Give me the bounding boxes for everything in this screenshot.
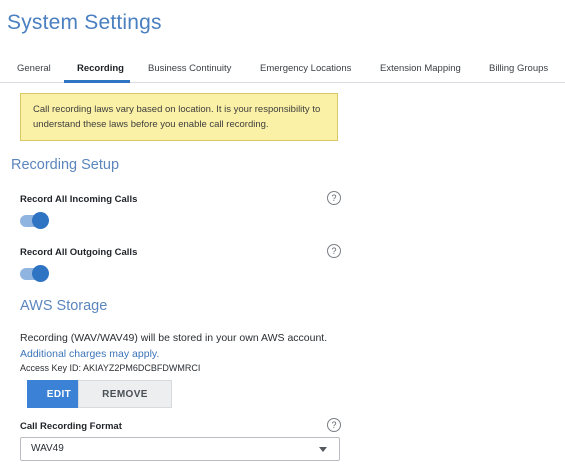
additional-charges-link[interactable]: Additional charges may apply.: [20, 348, 159, 360]
tab-recording[interactable]: Recording: [77, 63, 124, 74]
tab-bar: General Recording Business Continuity Em…: [0, 54, 565, 83]
tab-business-continuity[interactable]: Business Continuity: [148, 63, 231, 74]
question-circle-icon[interactable]: ?: [327, 244, 341, 258]
warning-text: Call recording laws vary based on locati…: [33, 104, 321, 130]
recording-format-value: WAV49: [31, 443, 64, 454]
content-panel: [0, 83, 565, 474]
toggle-knob: [32, 212, 49, 229]
record-incoming-label: Record All Incoming Calls: [20, 194, 138, 205]
tab-general[interactable]: General: [17, 63, 51, 74]
legal-warning-banner: Call recording laws vary based on locati…: [20, 93, 338, 141]
question-circle-icon[interactable]: ?: [327, 418, 341, 432]
tab-emergency-locations[interactable]: Emergency Locations: [260, 63, 351, 74]
access-key-id: Access Key ID: AKIAYZ2PM6DCBFDWMRCI: [20, 363, 201, 373]
recording-format-label: Call Recording Format: [20, 421, 122, 432]
recording-format-select[interactable]: WAV49: [20, 437, 340, 461]
question-circle-icon[interactable]: ?: [327, 191, 341, 205]
record-incoming-toggle[interactable]: [20, 212, 49, 229]
aws-description: Recording (WAV/WAV49) will be stored in …: [20, 332, 328, 344]
tab-extension-mapping[interactable]: Extension Mapping: [380, 63, 461, 74]
recording-setup-title: Recording Setup: [11, 157, 120, 173]
record-outgoing-label: Record All Outgoing Calls: [20, 247, 138, 258]
aws-storage-title: AWS Storage: [20, 298, 108, 314]
toggle-knob: [32, 265, 49, 282]
chevron-down-icon: [319, 447, 327, 452]
page-title: System Settings: [7, 11, 162, 34]
record-outgoing-toggle[interactable]: [20, 265, 49, 282]
tab-billing-groups[interactable]: Billing Groups: [489, 63, 548, 74]
remove-button[interactable]: REMOVE: [78, 380, 172, 408]
